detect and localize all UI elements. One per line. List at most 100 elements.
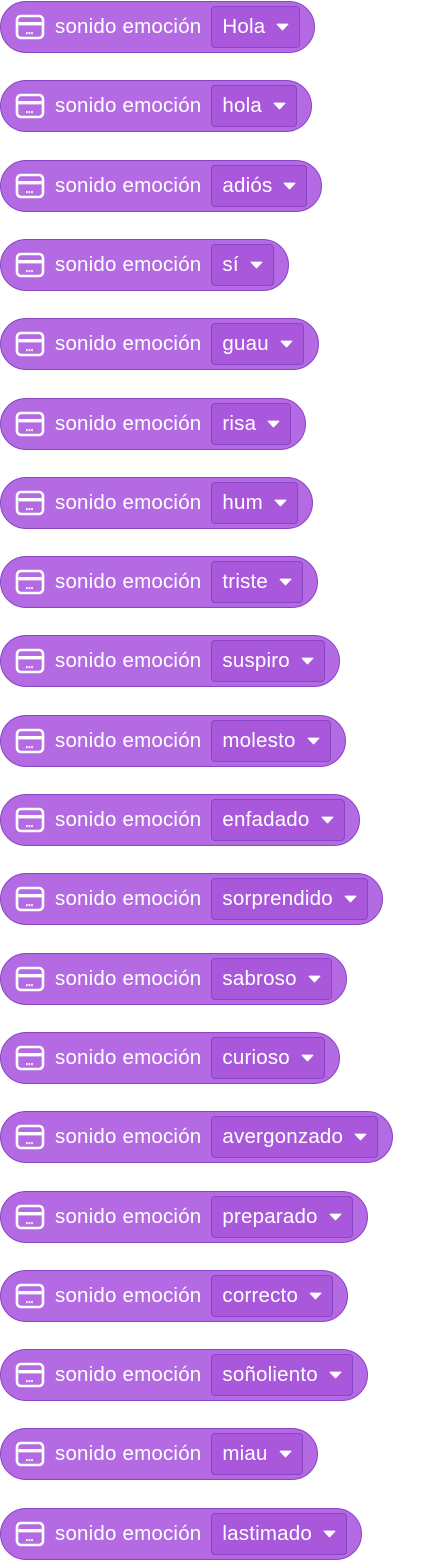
caret-down-icon — [279, 1450, 292, 1458]
emotion-sound-block-15[interactable]: sonido emoción avergonzado — [0, 1111, 394, 1163]
caret-down-icon — [323, 1530, 336, 1538]
robot-face-icon — [15, 14, 45, 40]
emotion-dropdown[interactable]: avergonzado — [211, 1116, 379, 1158]
robot-face-icon — [15, 1124, 45, 1150]
emotion-sound-block-9[interactable]: sonido emoción suspiro — [0, 635, 340, 687]
block-label: sonido emoción — [55, 1205, 202, 1228]
caret-down-icon — [344, 895, 357, 903]
robot-face-icon — [15, 173, 45, 199]
dropdown-value: risa — [222, 412, 257, 435]
dropdown-value: preparado — [222, 1205, 318, 1228]
block-label: sonido emoción — [55, 94, 202, 117]
block-label: sonido emoción — [55, 808, 202, 831]
robot-face-icon — [15, 648, 45, 674]
emotion-dropdown[interactable]: sabroso — [211, 958, 332, 1000]
emotion-sound-block-10[interactable]: sonido emoción molesto — [0, 715, 346, 767]
caret-down-icon — [276, 23, 289, 31]
emotion-dropdown[interactable]: Hola — [211, 6, 301, 48]
emotion-sound-block-20[interactable]: sonido emoción lastimado — [0, 1508, 362, 1560]
caret-down-icon — [329, 1213, 342, 1221]
robot-face-icon — [15, 411, 45, 437]
emotion-dropdown[interactable]: hola — [211, 85, 297, 127]
emotion-dropdown[interactable]: enfadado — [211, 799, 345, 841]
emotion-dropdown[interactable]: correcto — [211, 1275, 334, 1317]
block-label: sonido emoción — [55, 1522, 202, 1545]
emotion-dropdown[interactable]: lastimado — [211, 1513, 347, 1555]
robot-face-icon — [15, 1362, 45, 1388]
emotion-dropdown[interactable]: curioso — [211, 1037, 325, 1079]
caret-down-icon — [321, 816, 333, 824]
block-label: sonido emoción — [55, 1442, 202, 1465]
robot-face-icon — [15, 886, 45, 912]
robot-face-icon — [15, 1441, 45, 1467]
robot-face-icon — [15, 252, 45, 278]
caret-down-icon — [273, 102, 286, 110]
emotion-dropdown[interactable]: soñoliento — [211, 1354, 353, 1396]
caret-down-icon — [301, 657, 314, 665]
emotion-dropdown[interactable]: triste — [211, 561, 304, 603]
emotion-dropdown[interactable]: miau — [211, 1433, 303, 1475]
emotion-sound-block-18[interactable]: sonido emoción soñoliento — [0, 1349, 368, 1401]
emotion-sound-block-16[interactable]: sonido emoción preparado — [0, 1191, 368, 1243]
emotion-sound-block-8[interactable]: sonido emoción triste — [0, 556, 319, 608]
robot-face-icon — [15, 569, 45, 595]
robot-face-icon — [15, 807, 45, 833]
robot-face-icon — [15, 1521, 45, 1547]
emotion-dropdown[interactable]: molesto — [211, 720, 331, 762]
dropdown-value: enfadado — [222, 808, 310, 831]
block-label: sonido emoción — [55, 1284, 202, 1307]
emotion-dropdown[interactable]: sorprendido — [211, 878, 368, 920]
dropdown-value: soñoliento — [222, 1363, 318, 1386]
robot-face-icon — [15, 1283, 45, 1309]
robot-face-icon — [15, 728, 45, 754]
block-label: sonido emoción — [55, 15, 202, 38]
caret-down-icon — [301, 1054, 314, 1062]
emotion-dropdown[interactable]: adiós — [211, 165, 308, 207]
dropdown-value: sorprendido — [222, 887, 333, 910]
emotion-sound-block-6[interactable]: sonido emoción risa — [0, 398, 307, 450]
block-label: sonido emoción — [55, 729, 202, 752]
emotion-sound-block-19[interactable]: sonido emoción miau — [0, 1428, 318, 1480]
caret-down-icon — [267, 420, 280, 428]
emotion-dropdown[interactable]: hum — [211, 482, 298, 524]
dropdown-value: avergonzado — [222, 1125, 344, 1148]
block-label: sonido emoción — [55, 570, 202, 593]
caret-down-icon — [329, 1371, 342, 1379]
emotion-sound-block-12[interactable]: sonido emoción sorprendido — [0, 873, 383, 925]
emotion-sound-block-3[interactable]: sonido emoción adiós — [0, 160, 323, 212]
emotion-sound-block-11[interactable]: sonido emoción enfadado — [0, 794, 360, 846]
emotion-dropdown[interactable]: sí — [211, 244, 274, 286]
robot-face-icon — [15, 93, 45, 119]
caret-down-icon — [354, 1133, 367, 1141]
caret-down-icon — [250, 261, 263, 269]
block-label: sonido emoción — [55, 332, 202, 355]
emotion-dropdown[interactable]: preparado — [211, 1196, 353, 1238]
emotion-sound-block-1[interactable]: sonido emoción Hola — [0, 1, 316, 53]
caret-down-icon — [274, 499, 287, 507]
dropdown-value: sí — [222, 253, 239, 276]
emotion-sound-block-2[interactable]: sonido emoción hola — [0, 80, 312, 132]
dropdown-value: suspiro — [222, 649, 290, 672]
emotion-dropdown[interactable]: suspiro — [211, 640, 325, 682]
dropdown-value: Hola — [222, 15, 266, 38]
dropdown-value: hola — [222, 94, 262, 117]
emotion-sound-block-4[interactable]: sonido emoción sí — [0, 239, 289, 291]
block-label: sonido emoción — [55, 967, 202, 990]
emotion-sound-block-13[interactable]: sonido emoción sabroso — [0, 953, 347, 1005]
emotion-dropdown[interactable]: guau — [211, 323, 304, 365]
emotion-sound-block-7[interactable]: sonido emoción hum — [0, 477, 313, 529]
dropdown-value: hum — [222, 491, 263, 514]
caret-down-icon — [309, 1292, 322, 1300]
caret-down-icon — [279, 578, 292, 586]
emotion-sound-block-5[interactable]: sonido emoción guau — [0, 318, 319, 370]
block-label: sonido emoción — [55, 491, 202, 514]
caret-down-icon — [280, 340, 293, 348]
dropdown-value: triste — [222, 570, 269, 593]
dropdown-value: miau — [222, 1442, 268, 1465]
emotion-dropdown[interactable]: risa — [211, 403, 292, 445]
robot-face-icon — [15, 1045, 45, 1071]
emotion-sound-block-17[interactable]: sonido emoción correcto — [0, 1270, 349, 1322]
block-label: sonido emoción — [55, 1046, 202, 1069]
emotion-sound-block-14[interactable]: sonido emoción curioso — [0, 1032, 340, 1084]
dropdown-value: molesto — [222, 729, 296, 752]
